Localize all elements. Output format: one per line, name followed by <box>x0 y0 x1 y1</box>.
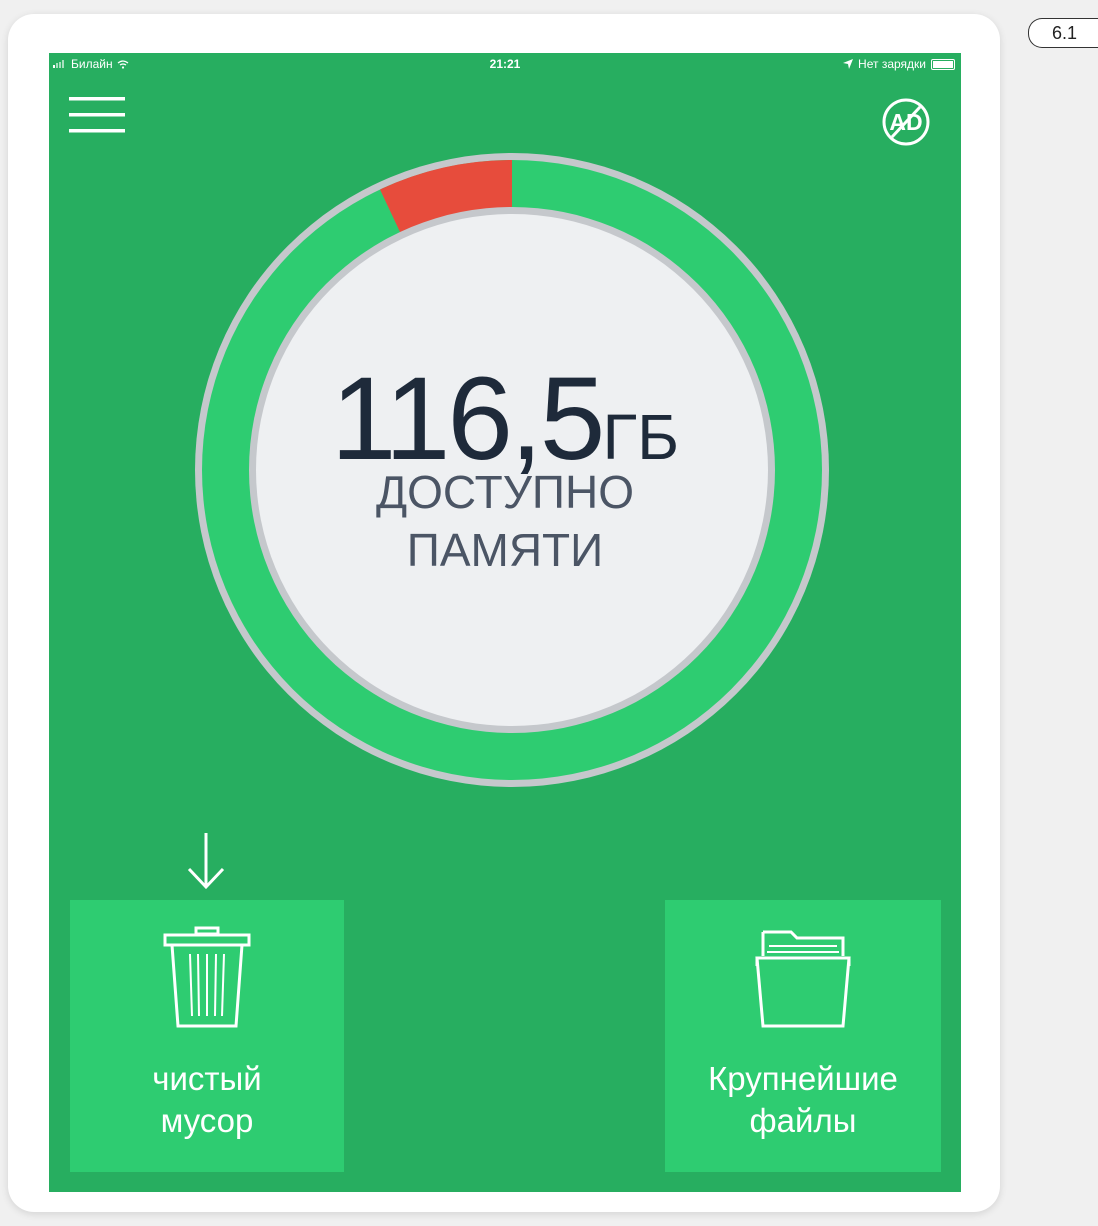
trash-can-icon <box>70 926 344 1035</box>
storage-caption-line2: ПАМЯТИ <box>406 524 604 576</box>
status-bar: Билайн 21:21 Нет зарядки <box>49 53 961 75</box>
largest-files-label-line2: файлы <box>749 1102 857 1139</box>
largest-files-label-line1: Крупнейшие <box>708 1060 898 1097</box>
storage-caption-line1: ДОСТУПНО <box>375 466 634 518</box>
app-screen: Билайн 21:21 Нет зарядки AD <box>49 53 961 1192</box>
status-time: 21:21 <box>489 57 521 71</box>
largest-files-label: Крупнейшие файлы <box>665 1058 941 1142</box>
clean-junk-label-line1: чистый <box>152 1060 262 1097</box>
largest-files-button[interactable]: Крупнейшие файлы <box>665 900 941 1172</box>
folder-icon <box>665 926 941 1035</box>
location-arrow-icon <box>843 59 854 69</box>
clean-junk-label-line2: мусор <box>160 1102 254 1139</box>
status-right: Нет зарядки <box>843 57 955 71</box>
clean-junk-button[interactable]: чистый мусор <box>70 900 344 1172</box>
no-ads-icon[interactable]: AD <box>881 97 931 147</box>
charging-status: Нет зарядки <box>858 57 926 71</box>
clean-junk-label: чистый мусор <box>70 1058 344 1142</box>
figure-label: 6.1 <box>1028 18 1098 48</box>
storage-unit: ГБ <box>602 401 680 473</box>
arrow-down-icon <box>187 833 225 890</box>
hamburger-menu-icon[interactable] <box>69 97 125 133</box>
battery-icon <box>931 58 955 70</box>
